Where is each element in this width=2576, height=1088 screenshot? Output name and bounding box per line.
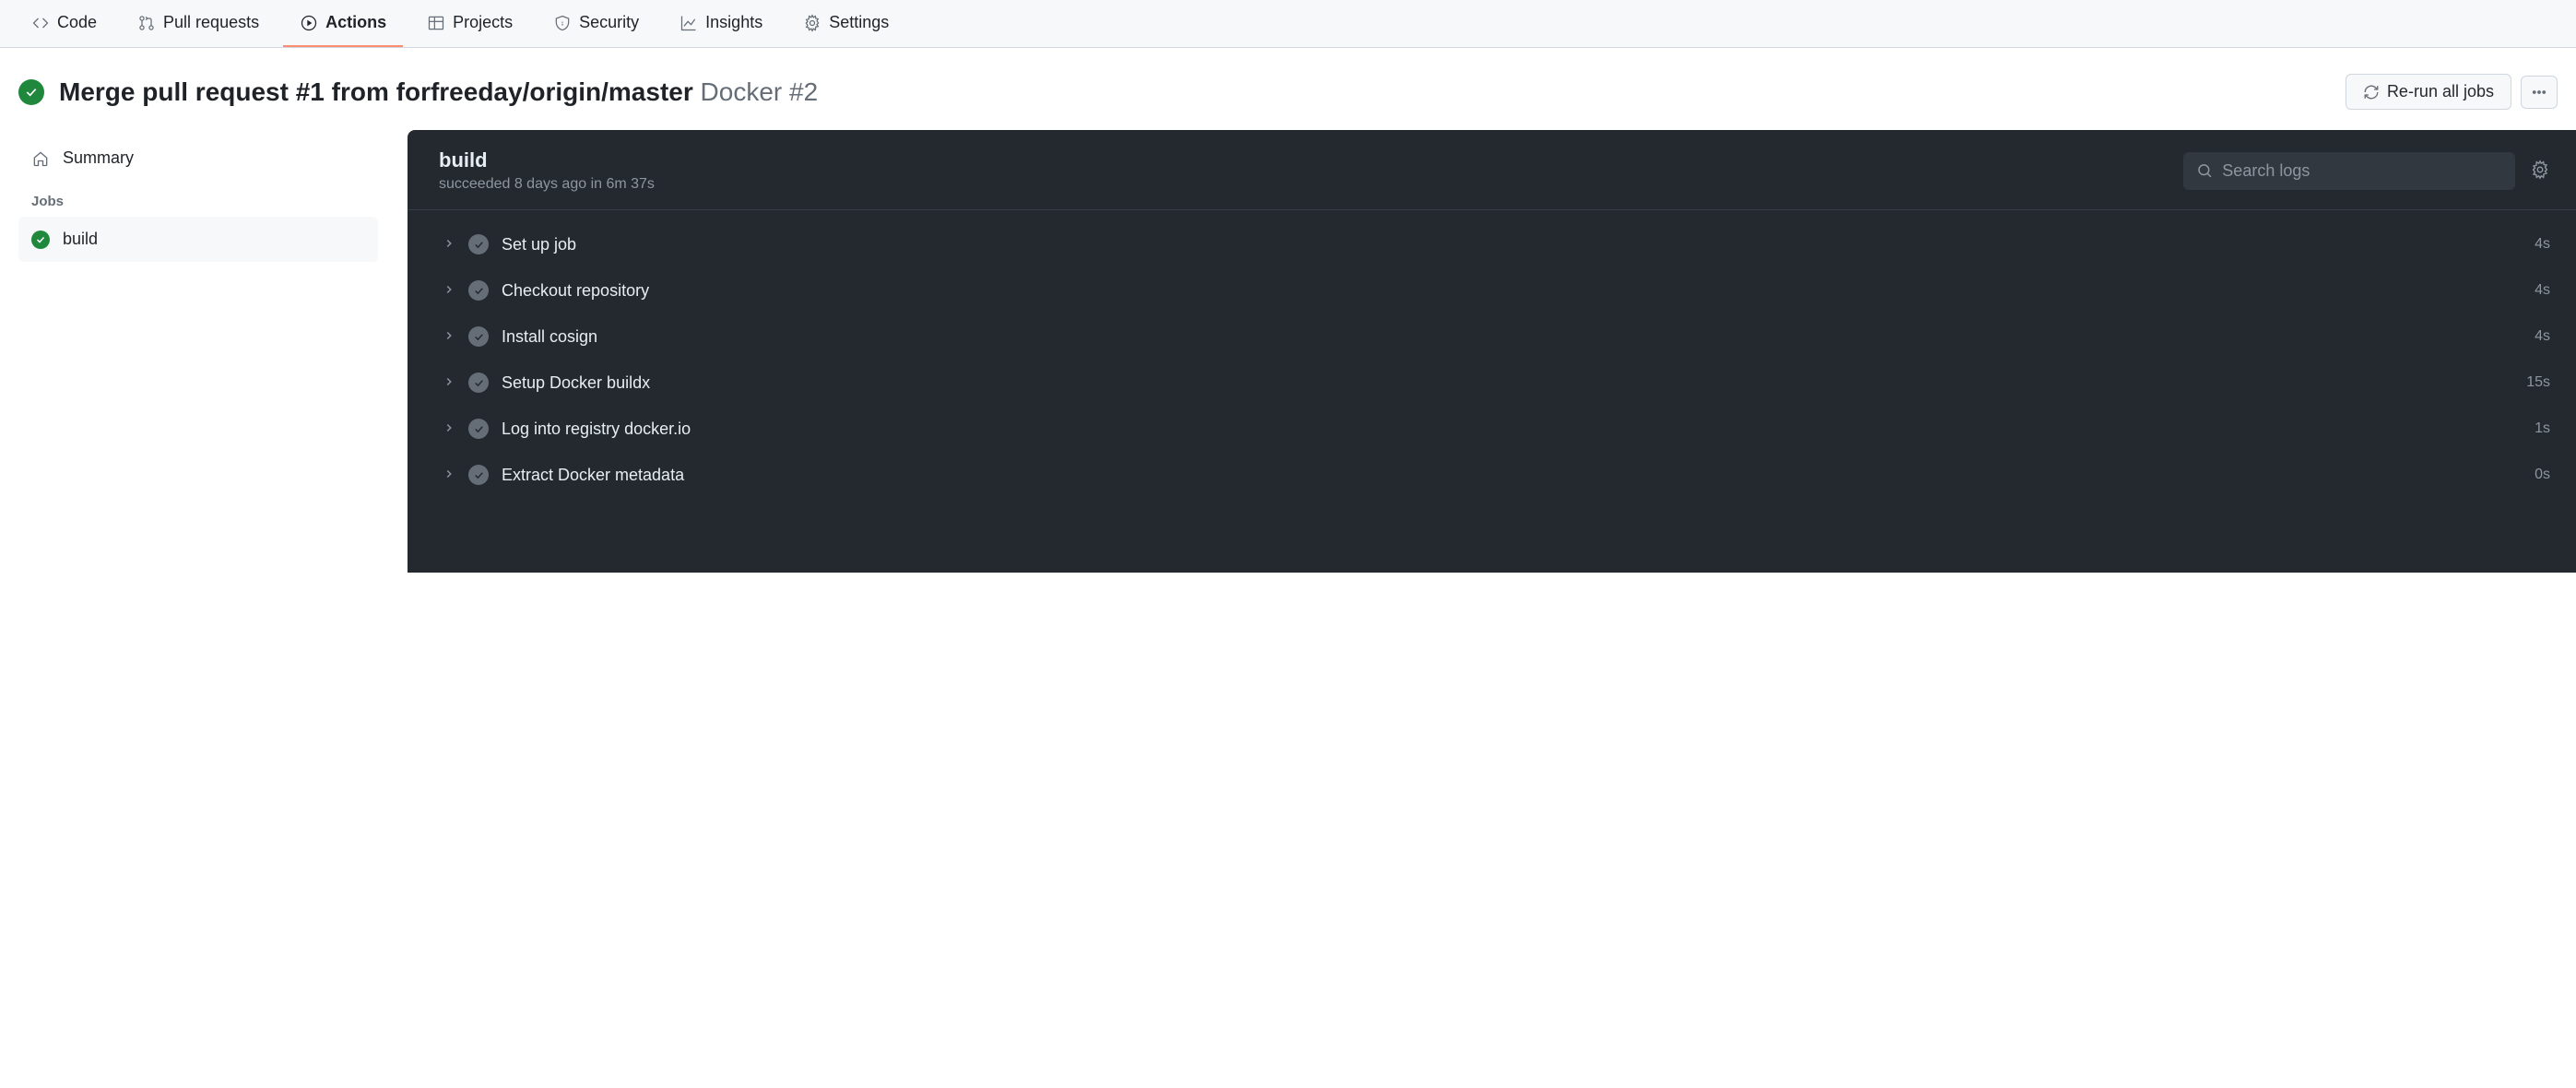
table-icon: [427, 14, 445, 32]
search-logs-box[interactable]: [2183, 152, 2515, 190]
step-name: Log into registry docker.io: [502, 420, 2522, 439]
chevron-right-icon: [443, 420, 455, 439]
graph-icon: [679, 14, 698, 32]
more-actions-button[interactable]: [2521, 76, 2558, 109]
log-title: build: [439, 148, 655, 172]
gear-icon: [2530, 160, 2550, 180]
tab-label: Settings: [829, 13, 889, 32]
repo-tab-nav: Code Pull requests Actions Projects Secu…: [0, 0, 2576, 48]
sync-icon: [2363, 84, 2380, 101]
log-title-group: build succeeded 8 days ago in 6m 37s: [439, 148, 655, 193]
step-duration: 15s: [2526, 374, 2550, 391]
run-header: Merge pull request #1 from forfreeday/or…: [0, 48, 2576, 123]
chevron-right-icon: [443, 327, 455, 347]
success-status-icon: [468, 234, 489, 254]
step-name: Checkout repository: [502, 281, 2522, 301]
step-duration: 0s: [2535, 467, 2550, 483]
step-duration: 4s: [2535, 328, 2550, 345]
pull-request-icon: [137, 14, 156, 32]
sidebar-item-summary[interactable]: Summary: [18, 137, 378, 179]
chevron-right-icon: [443, 373, 455, 393]
run-title-group: Merge pull request #1 from forfreeday/or…: [18, 77, 818, 107]
play-circle-icon: [300, 14, 318, 32]
home-icon: [31, 149, 50, 168]
sidebar-job-build[interactable]: build: [18, 217, 378, 262]
chevron-right-icon: [443, 466, 455, 485]
tab-settings[interactable]: Settings: [786, 0, 905, 47]
rerun-all-button[interactable]: Re-run all jobs: [2346, 74, 2511, 110]
success-status-icon: [18, 79, 44, 105]
code-icon: [31, 14, 50, 32]
step-name: Setup Docker buildx: [502, 373, 2513, 393]
job-name: build: [63, 230, 98, 249]
run-layout: Summary Jobs build build succeeded 8 day…: [0, 123, 2576, 573]
tab-insights[interactable]: Insights: [663, 0, 779, 47]
step-duration: 4s: [2535, 282, 2550, 299]
chevron-right-icon: [443, 281, 455, 301]
shield-icon: [553, 14, 572, 32]
log-settings-button[interactable]: [2530, 160, 2550, 183]
run-actions: Re-run all jobs: [2346, 74, 2558, 110]
run-title: Merge pull request #1 from forfreeday/or…: [59, 77, 818, 107]
log-steps: Set up job 4s Checkout repository 4s Ins…: [408, 210, 2576, 509]
tab-code[interactable]: Code: [15, 0, 113, 47]
run-sidebar: Summary Jobs build: [18, 130, 378, 573]
log-panel: build succeeded 8 days ago in 6m 37s Set…: [408, 130, 2576, 573]
tab-security[interactable]: Security: [537, 0, 656, 47]
step-name: Set up job: [502, 235, 2522, 254]
tab-pull-requests[interactable]: Pull requests: [121, 0, 276, 47]
log-header: build succeeded 8 days ago in 6m 37s: [408, 130, 2576, 210]
step-name: Extract Docker metadata: [502, 466, 2522, 485]
workflow-name[interactable]: Docker #2: [701, 77, 819, 106]
search-icon: [2196, 161, 2213, 180]
step-row[interactable]: Install cosign 4s: [408, 313, 2576, 360]
rerun-label: Re-run all jobs: [2387, 82, 2494, 101]
log-header-actions: [2183, 152, 2550, 190]
step-row[interactable]: Set up job 4s: [408, 221, 2576, 267]
step-duration: 1s: [2535, 420, 2550, 437]
tab-label: Projects: [453, 13, 513, 32]
tab-label: Insights: [705, 13, 762, 32]
tab-label: Actions: [325, 13, 386, 32]
search-logs-input[interactable]: [2222, 161, 2502, 181]
log-subtitle: succeeded 8 days ago in 6m 37s: [439, 176, 655, 193]
step-row[interactable]: Checkout repository 4s: [408, 267, 2576, 313]
step-row[interactable]: Extract Docker metadata 0s: [408, 452, 2576, 498]
run-title-text: Merge pull request #1 from forfreeday/or…: [59, 77, 693, 106]
success-status-icon: [468, 465, 489, 485]
step-row[interactable]: Setup Docker buildx 15s: [408, 360, 2576, 406]
success-status-icon: [468, 280, 489, 301]
step-row[interactable]: Log into registry docker.io 1s: [408, 406, 2576, 452]
gear-icon: [803, 14, 821, 32]
success-status-icon: [468, 326, 489, 347]
tab-actions[interactable]: Actions: [283, 0, 403, 47]
tab-label: Code: [57, 13, 97, 32]
success-status-icon: [468, 373, 489, 393]
tab-projects[interactable]: Projects: [410, 0, 529, 47]
step-duration: 4s: [2535, 236, 2550, 253]
summary-label: Summary: [63, 148, 134, 168]
chevron-right-icon: [443, 235, 455, 254]
step-name: Install cosign: [502, 327, 2522, 347]
tab-label: Pull requests: [163, 13, 259, 32]
tab-label: Security: [579, 13, 639, 32]
kebab-icon: [2531, 84, 2547, 101]
jobs-section-label: Jobs: [18, 179, 378, 217]
success-status-icon: [468, 419, 489, 439]
success-status-icon: [31, 231, 50, 249]
